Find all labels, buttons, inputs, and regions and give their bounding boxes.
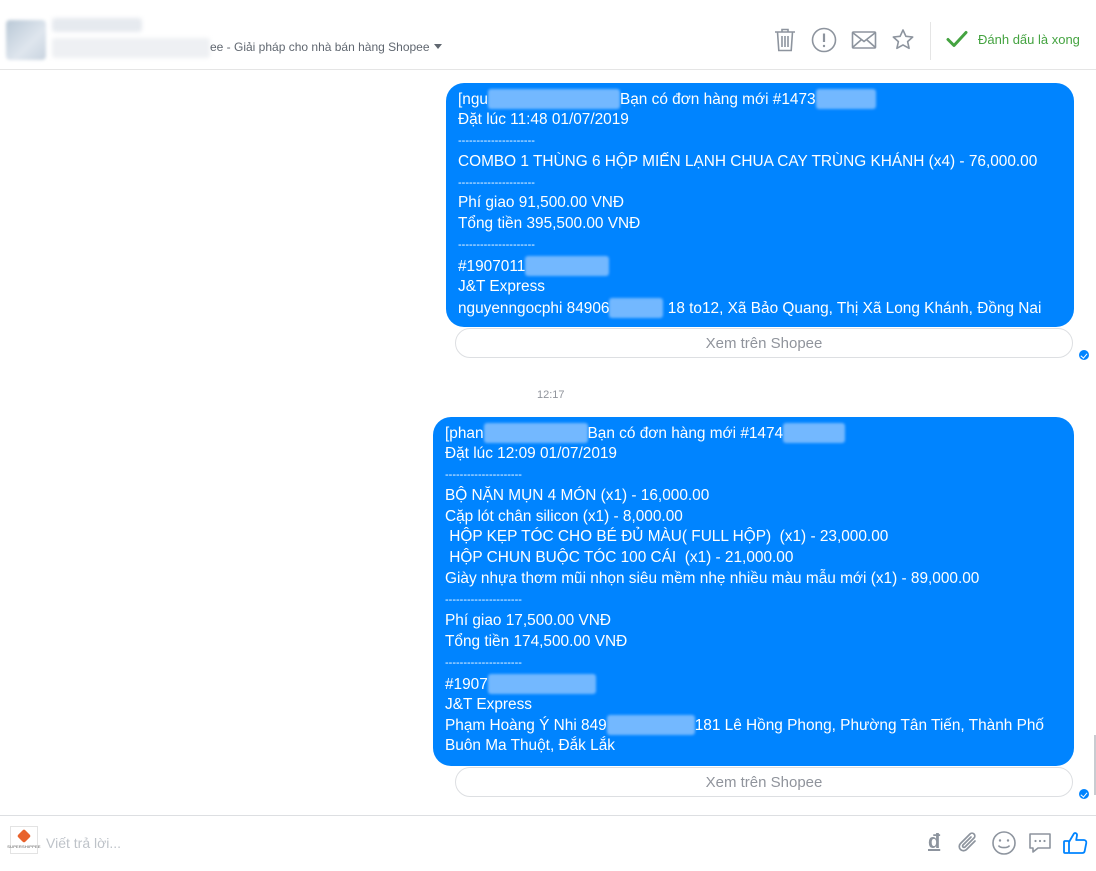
redacted-text: [525, 256, 610, 277]
message-line: ---------------------: [445, 656, 522, 669]
message-line: Tổng tiền 395,500.00 VNĐ: [458, 215, 641, 233]
message-line: Buôn Ma Thuột, Đắk Lắk: [445, 737, 615, 755]
contact-name-redacted: [52, 18, 142, 32]
currency-icon: đ: [928, 831, 941, 853]
message-line: #1907: [445, 673, 1062, 695]
message-line: Phạm Hoàng Ý Nhi 849 181 Lê Hồng Phong, P…: [445, 715, 1044, 736]
alert-icon: [811, 27, 837, 53]
reply-composer: SUPERSHIPPEE đ: [0, 815, 1096, 871]
emoji-icon: [992, 831, 1016, 855]
report-button[interactable]: [811, 27, 837, 53]
contact-avatar[interactable]: [6, 20, 46, 60]
contact-subtitle[interactable]: ee - Giải pháp cho nhà bán hàng Shopee: [210, 40, 442, 54]
caret-down-icon[interactable]: [433, 44, 442, 49]
redacted-text: [487, 673, 596, 694]
message-timestamp: 12:17: [537, 389, 565, 401]
mark-unread-button[interactable]: [851, 27, 877, 53]
header-divider: [930, 22, 931, 60]
attach-icon: [958, 832, 976, 852]
emoji-button[interactable]: [991, 830, 1017, 856]
redacted-text: [815, 89, 876, 109]
chat-icon: [1029, 833, 1051, 853]
like-icon: [1063, 832, 1088, 854]
redacted-text: [606, 715, 695, 736]
message-line: #1907011: [458, 256, 1062, 277]
message-line: ---------------------: [458, 239, 535, 252]
conversation-header: ee - Giải pháp cho nhà bán hàng Shopee Đ…: [0, 0, 1096, 70]
message-line: Giày nhựa thơm mũi nhọn siêu mềm nhẹ nhi…: [445, 570, 980, 588]
redacted-text: [487, 89, 620, 109]
message-line: Tổng tiền 174,500.00 VNĐ: [445, 632, 628, 650]
message-line: ---------------------: [445, 468, 522, 481]
message-line: [phan Bạn có đơn hàng mới #1474: [445, 423, 1062, 444]
message-line: COMBO 1 THÙNG 6 HỘP MIẾN LẠNH CHUA CAY T…: [458, 152, 1038, 170]
envelope-icon: [851, 31, 877, 49]
message-line: Phí giao 91,500.00 VNĐ: [458, 194, 624, 212]
message-line: Đặt lúc 11:48 01/07/2019: [458, 110, 629, 128]
saved-replies-button[interactable]: [1027, 830, 1053, 856]
star-button[interactable]: [890, 27, 916, 53]
checkmark-icon: [946, 31, 968, 47]
redacted-text: [483, 423, 588, 443]
currency-button[interactable]: đ: [928, 830, 940, 856]
message-line: Đặt lúc 12:09 01/07/2019: [445, 444, 617, 462]
message-line: J&T Express: [458, 278, 545, 296]
message-bubble[interactable]: [phan Bạn có đơn hàng mới #1474 Đặt lúc 1…: [433, 417, 1074, 766]
delete-button[interactable]: [772, 27, 798, 53]
contact-subtitle-text: ee - Giải pháp cho nhà bán hàng Shopee: [210, 40, 430, 54]
page-avatar: SUPERSHIPPEE: [7, 826, 41, 854]
message-line: ---------------------: [458, 176, 535, 189]
message-line: Cặp lót chân silicon (x1) - 8,000.00: [445, 507, 683, 525]
attach-button[interactable]: [956, 830, 980, 856]
message-line: Phí giao 17,500.00 VNĐ: [445, 612, 611, 630]
reply-input[interactable]: [46, 832, 646, 854]
message-line: HỘP KẸP TÓC CHO BÉ ĐỦ MÀU( FULL HỘP) (x1…: [445, 528, 889, 546]
view-on-shopee-button[interactable]: Xem trên Shopee: [455, 767, 1073, 797]
message-bubble[interactable]: [ngu Bạn có đơn hàng mới #1473 Đặt lúc 11…: [446, 83, 1074, 327]
redacted-text: [783, 423, 846, 443]
mark-done-button[interactable]: Đánh dấu là xong: [946, 30, 1080, 48]
contact-subtitle-redacted: [52, 38, 210, 58]
message-line: HỘP CHUN BUỘC TÓC 100 CÁI (x1) - 21,000.…: [445, 549, 794, 567]
trash-icon: [775, 28, 795, 52]
message-line: BỘ NẶN MỤN 4 MÓN (x1) - 16,000.00: [445, 486, 710, 504]
message-line: [ngu Bạn có đơn hàng mới #1473: [458, 89, 1062, 110]
message-line: J&T Express: [445, 695, 532, 713]
like-button[interactable]: [1062, 830, 1090, 856]
view-on-shopee-button[interactable]: Xem trên Shopee: [455, 328, 1073, 358]
redacted-text: [609, 297, 664, 318]
logo-icon: [16, 828, 32, 844]
message-line: ---------------------: [458, 134, 535, 147]
mark-done-label: Đánh dấu là xong: [978, 31, 1080, 47]
message-line: ---------------------: [445, 594, 522, 607]
page-avatar-text: SUPERSHIPPEE: [7, 844, 41, 849]
read-receipt-icon: [1079, 789, 1089, 799]
read-receipt-icon: [1079, 350, 1089, 360]
star-icon: [892, 29, 914, 50]
message-line: nguyenngocphi 84906 18 to12, Xã Bảo Quan…: [458, 297, 1042, 318]
